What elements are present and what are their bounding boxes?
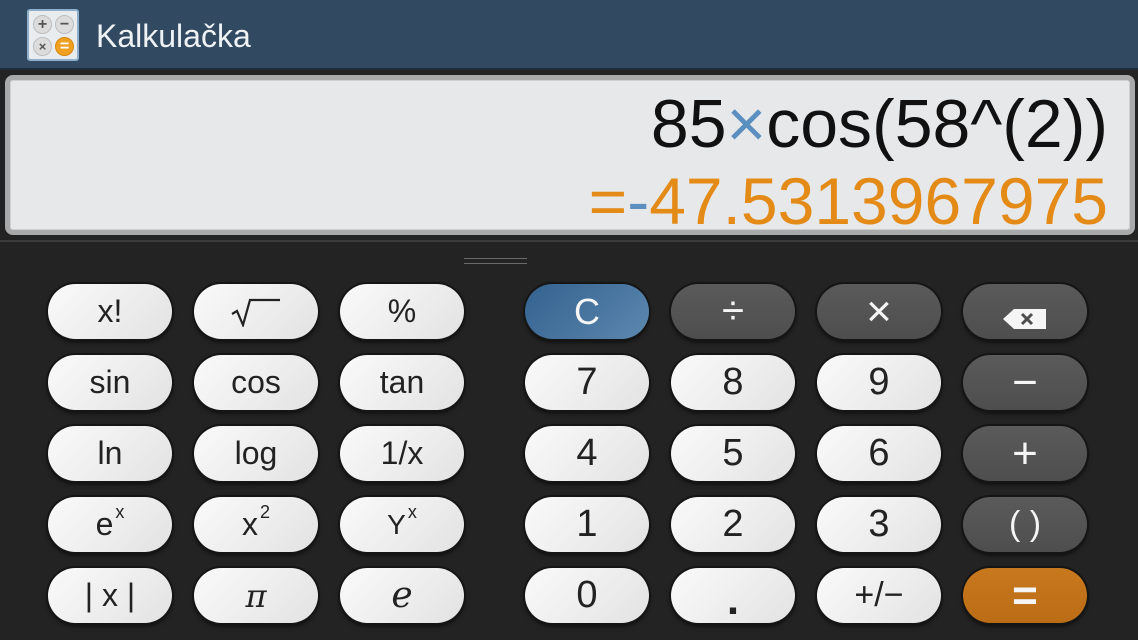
key-label: ÷: [722, 289, 744, 333]
euler-button[interactable]: e: [340, 568, 464, 623]
digit-8-button[interactable]: 8: [671, 355, 795, 410]
key-label: ×: [866, 286, 892, 336]
exp-button[interactable]: ex: [48, 497, 172, 552]
expression-operator: ×: [726, 86, 767, 162]
result-text: =-47.5313967975: [589, 164, 1108, 238]
key-label: cos: [231, 364, 281, 400]
square-root-button[interactable]: [194, 284, 318, 339]
key-label: =: [1012, 570, 1038, 620]
pi-button[interactable]: π: [194, 568, 318, 623]
sign-toggle-button[interactable]: +/−: [817, 568, 941, 623]
divide-button[interactable]: ÷: [671, 284, 795, 339]
title-bar: + − × = Kalkulačka: [0, 0, 1138, 70]
key-label: C: [574, 290, 600, 332]
digit-0-button[interactable]: 0: [525, 568, 649, 623]
tan-button[interactable]: tan: [340, 355, 464, 410]
key-label: 3: [868, 503, 890, 545]
calculator-display[interactable]: 85×cos(58^(2)) =-47.5313967975: [5, 75, 1135, 238]
key-label: log: [234, 435, 278, 471]
multiply-button[interactable]: ×: [817, 284, 941, 339]
divider: [0, 240, 1138, 242]
digit-2-button[interactable]: 2: [671, 497, 795, 552]
key-superscript: x: [115, 502, 125, 522]
key-superscript: x: [407, 502, 417, 522]
multiply-icon: ×: [33, 37, 52, 56]
plus-icon: +: [33, 15, 52, 34]
result-equals: =: [588, 164, 628, 238]
reciprocal-button[interactable]: 1/x: [340, 426, 464, 481]
digit-4-button[interactable]: 4: [525, 426, 649, 481]
power-button[interactable]: Yx: [340, 497, 464, 552]
key-label: 2: [722, 503, 744, 545]
factorial-button[interactable]: x!: [48, 284, 172, 339]
digit-6-button[interactable]: 6: [817, 426, 941, 481]
key-label: 0: [576, 574, 598, 616]
ln-button[interactable]: ln: [48, 426, 172, 481]
key-label: π: [245, 576, 267, 615]
key-label: +: [1012, 428, 1038, 478]
percent-button[interactable]: %: [340, 284, 464, 339]
panel-drag-handle[interactable]: [464, 258, 527, 264]
key-label: ln: [97, 435, 123, 471]
digit-1-button[interactable]: 1: [525, 497, 649, 552]
log-button[interactable]: log: [194, 426, 318, 481]
key-label: | x |: [84, 577, 136, 613]
expression-part: cos(58^(2)): [766, 86, 1108, 162]
key-label: tan: [379, 364, 425, 400]
digit-9-button[interactable]: 9: [817, 355, 941, 410]
result-sign: -: [627, 164, 650, 238]
key-label: 9: [868, 361, 890, 403]
key-label: e: [95, 506, 114, 542]
key-label: 8: [722, 361, 744, 403]
calculator-app-icon: + − × =: [27, 9, 79, 61]
key-label: 7: [576, 361, 598, 403]
equals-button[interactable]: =: [963, 568, 1087, 623]
square-button[interactable]: x2: [194, 497, 318, 552]
key-label: sin: [89, 364, 131, 400]
square-root-icon: [231, 298, 280, 327]
expression-part: 85: [650, 86, 727, 162]
key-label: −: [1012, 357, 1038, 407]
cos-button[interactable]: cos: [194, 355, 318, 410]
backspace-button[interactable]: [963, 284, 1087, 339]
decimal-button[interactable]: .: [671, 568, 795, 624]
key-label: 1: [576, 503, 598, 545]
key-label: ( ): [1008, 505, 1042, 543]
clear-button[interactable]: C: [525, 284, 649, 339]
key-label: 6: [868, 432, 890, 474]
minus-icon: −: [55, 15, 74, 34]
key-label: +/−: [854, 576, 904, 614]
minus-button[interactable]: −: [963, 355, 1087, 410]
app-title: Kalkulačka: [96, 18, 251, 54]
key-label: 1/x: [380, 435, 424, 471]
key-label: x!: [97, 293, 123, 329]
key-label: 4: [576, 432, 598, 474]
key-label: e: [391, 575, 413, 616]
absolute-button[interactable]: | x |: [48, 568, 172, 623]
digit-7-button[interactable]: 7: [525, 355, 649, 410]
expression-text: 85×cos(58^(2)): [651, 86, 1108, 162]
key-label: x: [241, 506, 258, 542]
key-label: .: [726, 574, 740, 624]
equals-icon: =: [55, 37, 74, 56]
sin-button[interactable]: sin: [48, 355, 172, 410]
key-superscript: 2: [259, 502, 270, 522]
parentheses-button[interactable]: ( ): [963, 497, 1087, 552]
backspace-icon: [1003, 301, 1047, 329]
key-label: Y: [387, 508, 406, 540]
digit-3-button[interactable]: 3: [817, 497, 941, 552]
plus-button[interactable]: +: [963, 426, 1087, 481]
key-label: %: [387, 293, 417, 329]
result-value: 47.5313967975: [649, 164, 1108, 238]
key-label: 5: [722, 432, 744, 474]
digit-5-button[interactable]: 5: [671, 426, 795, 481]
